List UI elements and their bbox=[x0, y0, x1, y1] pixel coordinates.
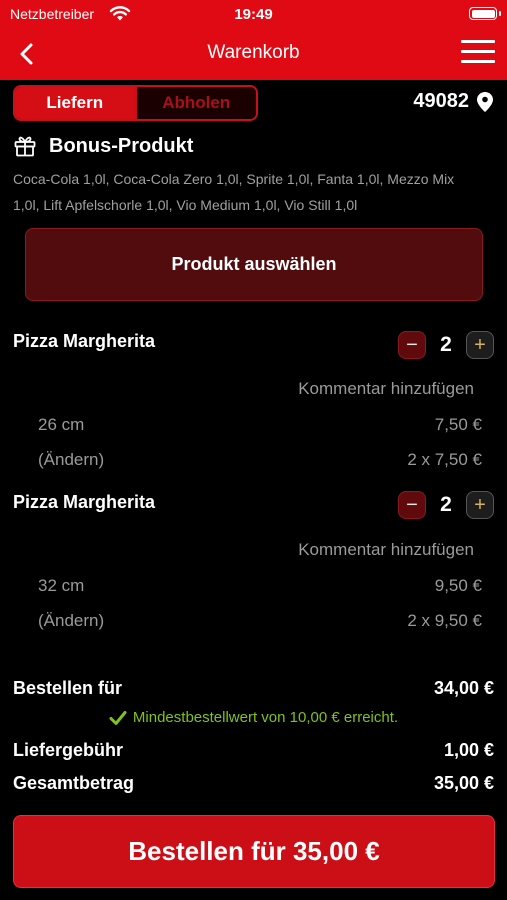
hamburger-menu-icon[interactable] bbox=[461, 40, 495, 66]
minimum-order-note: Mindestbestellwert von 10,00 € erreicht. bbox=[0, 709, 507, 726]
add-comment-link[interactable]: Kommentar hinzufügen bbox=[298, 540, 474, 560]
cart-item-name: Pizza Margherita bbox=[13, 492, 156, 512]
increase-quantity-button[interactable]: + bbox=[466, 331, 494, 359]
delivery-fee-label: Liefergebühr bbox=[13, 740, 124, 760]
change-item-link[interactable]: (Ändern) bbox=[38, 611, 104, 631]
zip-code-selector[interactable]: 49082 bbox=[413, 90, 493, 113]
delivery-mode-toggle: Liefern Abholen bbox=[13, 85, 258, 121]
quantity-value: 2 bbox=[440, 333, 452, 356]
tab-pickup[interactable]: Abholen bbox=[134, 87, 256, 119]
total-value: 35,00 € bbox=[433, 773, 494, 793]
item-size: 26 cm bbox=[38, 415, 85, 434]
location-pin-icon bbox=[477, 91, 493, 112]
tab-deliver[interactable]: Liefern bbox=[15, 87, 135, 119]
item-line-total: 2 x 7,50 € bbox=[407, 450, 482, 469]
change-item-link[interactable]: (Ändern) bbox=[38, 450, 104, 470]
item-unit-price: 7,50 € bbox=[434, 415, 482, 434]
select-product-button[interactable]: Produkt auswählen bbox=[25, 228, 483, 301]
cart-item-name: Pizza Margherita bbox=[13, 331, 156, 351]
status-bar: Netzbetreiber 19:49 bbox=[0, 0, 507, 28]
checkmark-icon bbox=[109, 710, 127, 725]
subtotal-label: Bestellen für bbox=[13, 678, 123, 698]
bonus-options-line-2: 1,0l, Lift Apfelschorle 1,0l, Vio Medium… bbox=[13, 197, 358, 213]
zip-code: 49082 bbox=[413, 90, 469, 112]
quantity-stepper: − 2 + bbox=[398, 491, 494, 519]
battery-icon bbox=[469, 7, 501, 20]
decrease-quantity-button[interactable]: − bbox=[398, 331, 426, 359]
bonus-options-line-1: Coca-Cola 1,0l, Coca-Cola Zero 1,0l, Spr… bbox=[13, 171, 455, 187]
quantity-value: 2 bbox=[440, 493, 452, 516]
place-order-button[interactable]: Bestellen für 35,00 € bbox=[13, 815, 495, 888]
total-label: Gesamtbetrag bbox=[13, 773, 135, 793]
clock: 19:49 bbox=[234, 6, 273, 23]
increase-quantity-button[interactable]: + bbox=[466, 491, 494, 519]
item-line-total: 2 x 9,50 € bbox=[407, 611, 482, 630]
quantity-stepper: − 2 + bbox=[398, 331, 494, 359]
item-unit-price: 9,50 € bbox=[434, 576, 482, 595]
delivery-fee-value: 1,00 € bbox=[443, 740, 494, 760]
decrease-quantity-button[interactable]: − bbox=[398, 491, 426, 519]
bonus-product-header: Bonus-Produkt bbox=[13, 134, 193, 158]
page-title: Warenkorb bbox=[207, 42, 300, 63]
item-size: 32 cm bbox=[38, 576, 85, 595]
add-comment-link[interactable]: Kommentar hinzufügen bbox=[298, 379, 474, 399]
minimum-order-text: Mindestbestellwert von 10,00 € erreicht. bbox=[132, 709, 399, 726]
gift-icon bbox=[14, 136, 36, 157]
nav-bar: Warenkorb bbox=[0, 28, 507, 80]
bonus-product-title: Bonus-Produkt bbox=[49, 134, 194, 157]
bonus-product-options: Coca-Cola 1,0l, Coca-Cola Zero 1,0l, Spr… bbox=[13, 166, 498, 218]
subtotal-value: 34,00 € bbox=[433, 678, 494, 698]
